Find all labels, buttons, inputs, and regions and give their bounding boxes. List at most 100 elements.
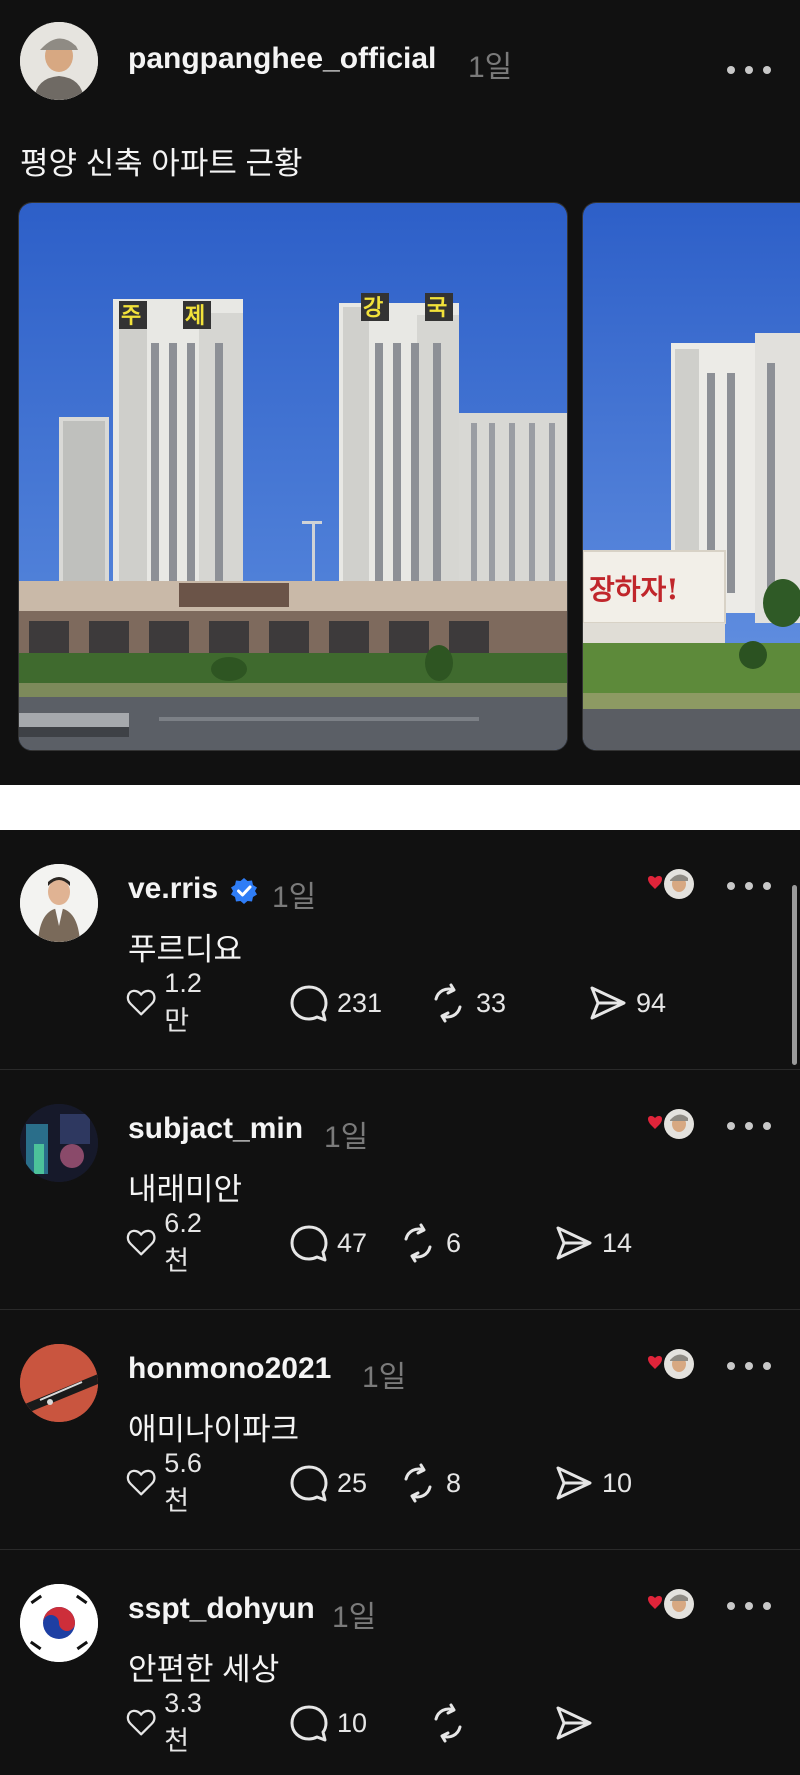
reply-item: honmono2021 1일 애미나이파크 5.6천 25 8 10 (0, 1310, 800, 1550)
reply-more-icon[interactable] (727, 1116, 771, 1136)
post-photo-2[interactable]: 장하자! (582, 202, 800, 751)
repost-icon (434, 983, 462, 1023)
reply-username[interactable]: ve.rris (128, 872, 218, 906)
send-icon (556, 1466, 592, 1500)
sign-char-3: 강 (363, 296, 383, 321)
reply-item: sspt_dohyun 1일 안편한 세상 3.3천 10 (0, 1550, 800, 1775)
reply-item: subjact_min 1일 내래미안 6.2천 47 6 14 (0, 1070, 800, 1310)
banner-text: 장하자! (589, 573, 679, 606)
repost-icon (404, 1463, 432, 1503)
user-avatar-icon (20, 22, 98, 100)
repost-button[interactable]: 33 (428, 980, 506, 1026)
like-count: 3.3천 (164, 1688, 202, 1756)
reply-text: 내래미안 (128, 1172, 243, 1207)
comment-count: 25 (337, 1467, 368, 1498)
person-suit-avatar-icon (20, 864, 98, 942)
reply-avatar[interactable] (20, 864, 98, 942)
reply-username[interactable]: subjact_min (128, 1112, 303, 1146)
like-count: 5.6천 (164, 1448, 202, 1516)
scrollbar[interactable] (792, 885, 797, 1065)
comment-icon (290, 1705, 328, 1742)
like-button[interactable]: 1.2만 (126, 968, 212, 1036)
apartment-photo-2: 장하자! (583, 203, 800, 750)
reply-username[interactable]: sspt_dohyun (128, 1592, 315, 1626)
repost-icon (404, 1223, 432, 1263)
comment-count: 10 (337, 1707, 368, 1738)
heart-icon (126, 989, 156, 1016)
liked-by-author-badge (643, 1104, 695, 1148)
original-post: pangpanghee_official 1일 평양 신축 아파트 근황 주 제… (0, 0, 800, 785)
reply-time: 1일 (362, 1361, 407, 1394)
heart-icon (126, 1709, 156, 1736)
share-count: 94 (636, 987, 667, 1018)
reply-more-icon[interactable] (727, 1356, 771, 1376)
post-time: 1일 (468, 51, 513, 84)
like-count: 6.2천 (164, 1208, 202, 1276)
dark-scene-avatar-icon (20, 1104, 98, 1182)
heart-icon (126, 1469, 156, 1496)
like-count: 1.2만 (164, 968, 202, 1036)
reply-avatar[interactable] (20, 1104, 98, 1182)
comment-count: 231 (337, 987, 383, 1018)
share-count: 14 (602, 1227, 633, 1258)
comment-icon (290, 985, 328, 1022)
repost-button[interactable]: 6 (398, 1220, 461, 1266)
like-button[interactable]: 5.6천 (126, 1448, 212, 1516)
reply-item: ve.rris 1일 푸르디요 1.2만 231 33 94 (0, 830, 800, 1070)
reply-more-icon[interactable] (727, 1596, 771, 1616)
heart-icon (648, 876, 662, 889)
comment-icon (290, 1465, 328, 1502)
reply-more-icon[interactable] (727, 876, 771, 896)
share-count: 10 (602, 1467, 633, 1498)
sign-char-2: 제 (185, 304, 205, 329)
post-more-icon[interactable] (727, 60, 771, 80)
sign-char-1: 주 (121, 304, 141, 329)
send-icon (556, 1706, 592, 1740)
reply-time: 1일 (324, 1121, 369, 1154)
apartment-photo-1: 주 제 강 국 (19, 203, 567, 750)
send-icon (590, 986, 626, 1020)
sign-char-4: 국 (427, 296, 447, 321)
repost-button[interactable]: 8 (398, 1460, 461, 1506)
reply-avatar[interactable] (20, 1344, 98, 1422)
liked-by-author-badge (643, 1584, 695, 1628)
heart-icon (648, 1596, 662, 1609)
reply-text: 안편한 세상 (128, 1652, 280, 1687)
section-gap (0, 785, 800, 830)
comment-count: 47 (337, 1227, 368, 1258)
comment-button[interactable]: 231 (289, 980, 382, 1026)
share-button[interactable]: 94 (588, 980, 666, 1026)
repost-icon (434, 1703, 462, 1743)
liked-by-author-badge (643, 864, 695, 908)
share-button[interactable] (554, 1700, 602, 1746)
guitar-avatar-icon (20, 1344, 98, 1422)
reply-username[interactable]: honmono2021 (128, 1352, 331, 1386)
like-button[interactable]: 3.3천 (126, 1688, 212, 1756)
like-button[interactable]: 6.2천 (126, 1208, 212, 1276)
share-button[interactable]: 14 (554, 1220, 632, 1266)
reply-avatar[interactable] (20, 1584, 98, 1662)
post-author-username[interactable]: pangpanghee_official (128, 42, 436, 76)
liked-by-author-badge (643, 1344, 695, 1388)
repost-count: 8 (446, 1467, 462, 1498)
repost-count: 6 (446, 1227, 462, 1258)
heart-icon (126, 1229, 156, 1256)
repost-button[interactable] (428, 1700, 476, 1746)
repost-count: 33 (476, 987, 507, 1018)
heart-icon (648, 1356, 662, 1369)
post-photo-1[interactable]: 주 제 강 국 (18, 202, 568, 751)
share-button[interactable]: 10 (554, 1460, 632, 1506)
reply-text: 푸르디요 (128, 932, 243, 967)
heart-icon (648, 1116, 662, 1129)
comment-button[interactable]: 25 (289, 1460, 367, 1506)
replies-feed: ve.rris 1일 푸르디요 1.2만 231 33 94 subjact_m… (0, 830, 800, 1775)
reply-time: 1일 (272, 881, 317, 914)
korean-flag-avatar-icon (20, 1584, 98, 1662)
post-author-avatar[interactable] (20, 22, 98, 100)
comment-icon (290, 1225, 328, 1262)
reply-time: 1일 (332, 1601, 377, 1634)
send-icon (556, 1226, 592, 1260)
comment-button[interactable]: 47 (289, 1220, 367, 1266)
comment-button[interactable]: 10 (289, 1700, 367, 1746)
reply-text: 애미나이파크 (128, 1412, 300, 1447)
